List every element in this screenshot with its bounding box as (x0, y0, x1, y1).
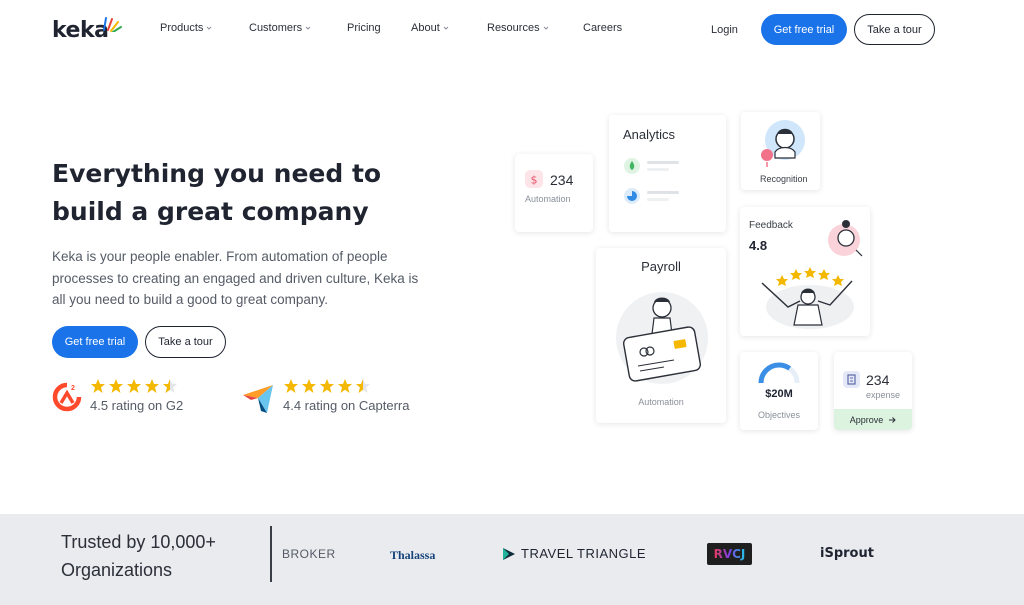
star-icon (127, 379, 141, 393)
trusted-heading: Trusted by 10,000+ Organizations (61, 528, 261, 584)
g2-rating-text: 4.5 rating on G2 (90, 398, 184, 413)
star-icon (109, 379, 123, 393)
hero-free-trial-button[interactable]: Get free trial (52, 326, 138, 358)
rvcj-text: RVCJ (713, 547, 746, 561)
approve-button[interactable]: Approve (834, 409, 912, 430)
hero-take-tour-button[interactable]: Take a tour (145, 326, 226, 358)
nav-about[interactable]: About (411, 22, 449, 34)
receipt-icon (843, 371, 860, 388)
payroll-title: Payroll (641, 259, 681, 274)
capterra-rating: 4.4 rating on Capterra (241, 378, 409, 415)
nav-customers[interactable]: Customers (249, 22, 311, 34)
nav-resources-label: Resources (487, 22, 540, 34)
analytics-card: Analytics (609, 115, 726, 232)
payroll-label: Automation (638, 397, 684, 407)
g2-rating-body: 4.5 rating on G2 (90, 378, 183, 413)
objectives-gauge (758, 362, 800, 384)
feedback-value: 4.8 (749, 238, 768, 253)
client-logo-isprout: iSprout (820, 546, 874, 561)
feedback-card: Feedback 4.8 (740, 207, 870, 336)
nav-pricing-label: Pricing (347, 22, 381, 34)
payroll-card: Payroll Automation (596, 248, 726, 423)
hero-title: Everything you need to build a great com… (52, 155, 412, 231)
arrow-right-icon (889, 416, 896, 423)
star-icon (145, 379, 159, 393)
objectives-value: $20M (765, 388, 793, 400)
star-icon (320, 379, 334, 393)
payroll-card-holder-icon (616, 292, 708, 384)
star-icon (284, 379, 298, 393)
capterra-logo-icon (243, 385, 273, 413)
travel-triangle-icon (503, 547, 515, 560)
automation-stat-card: $ 234 Automation (515, 154, 593, 232)
dollar-icon: $ (525, 170, 543, 188)
chevron-down-icon (207, 26, 212, 30)
svg-text:$: $ (531, 174, 538, 187)
chevron-down-icon (543, 26, 548, 30)
nav-customers-label: Customers (249, 22, 303, 34)
login-link[interactable]: Login (711, 24, 738, 36)
hero-title-line1: Everything you need to (52, 159, 382, 188)
nav-pricing[interactable]: Pricing (347, 22, 381, 34)
nav-products[interactable]: Products (160, 22, 212, 34)
nav-careers-label: Careers (583, 22, 623, 34)
expense-value: 234 (866, 372, 890, 388)
trusted-by-band: Trusted by 10,000+ Organizations BROKER … (0, 514, 1024, 605)
nav-free-trial-button[interactable]: Get free trial (761, 14, 847, 45)
client-logo-travel-triangle: TRAVEL TRIANGLE (502, 546, 646, 561)
automation-value: 234 (550, 172, 574, 188)
g2-stars (90, 378, 183, 394)
logo-rays-icon (103, 17, 122, 32)
client-logo-broker: BROKER (282, 547, 336, 561)
half-star-icon (356, 379, 370, 393)
objectives-card: $20M Objectives (740, 352, 818, 430)
half-star-icon (163, 379, 177, 393)
svg-text:2: 2 (71, 385, 75, 392)
capterra-stars (283, 378, 409, 394)
nav-resources[interactable]: Resources (487, 22, 549, 34)
expense-card: 234 expense Approve (834, 352, 912, 430)
g2-rating: 2 4.5 rating on G2 (52, 378, 183, 413)
capterra-rating-text: 4.4 rating on Capterra (283, 398, 410, 413)
star-icon (302, 379, 316, 393)
recognition-label: Recognition (760, 174, 808, 184)
chevron-down-icon (443, 26, 449, 30)
travel-triangle-text: TRAVEL TRIANGLE (521, 546, 647, 561)
client-logo-rvcj: RVCJ (707, 543, 752, 565)
analytics-chart-icon (624, 158, 679, 204)
recognition-person-icon (761, 120, 805, 167)
nav-products-label: Products (160, 22, 204, 34)
client-logo-thalassa: Thalassa (390, 548, 436, 562)
trusted-divider (270, 526, 272, 582)
nav-about-label: About (411, 22, 440, 34)
objectives-label: Objectives (757, 410, 801, 420)
trusted-line1: Trusted by 10,000+ (61, 532, 216, 552)
happy-person-stars-icon (761, 267, 854, 329)
approve-label: Approve (849, 414, 884, 425)
g2-logo-icon: 2 (52, 382, 82, 412)
star-icon (91, 379, 105, 393)
feedback-title: Feedback (749, 220, 793, 231)
nav-take-tour-button[interactable]: Take a tour (854, 14, 935, 45)
analytics-title: Analytics (623, 127, 676, 142)
feedback-avatar-icon (828, 220, 863, 257)
recognition-card: Recognition (741, 112, 820, 190)
hero-description: Keka is your people enabler. From automa… (52, 249, 419, 307)
chevron-down-icon (305, 26, 311, 30)
star-icon (338, 379, 352, 393)
trusted-line2: Organizations (61, 560, 173, 580)
automation-label: Automation (525, 194, 571, 204)
hero-title-line2: build a great company (52, 197, 369, 226)
capterra-rating-body: 4.4 rating on Capterra (283, 378, 409, 413)
expense-label: expense (866, 390, 901, 400)
top-nav: keka Products Customers Pricing About Re… (0, 0, 1024, 58)
nav-careers[interactable]: Careers (583, 22, 622, 34)
